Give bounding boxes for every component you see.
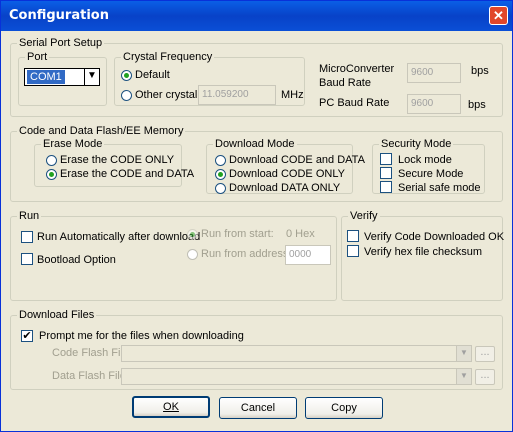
serial-port-legend: Serial Port Setup: [17, 37, 105, 49]
verify-code-checkbox[interactable]: [347, 230, 359, 242]
mc-baud-field[interactable]: 9600: [407, 63, 461, 83]
pc-baud-field[interactable]: 9600: [407, 94, 461, 114]
erase-option-label: Erase the CODE and DATA: [60, 168, 195, 180]
run-address-field[interactable]: 0000: [285, 245, 331, 265]
download-mode-legend: Download Mode: [213, 138, 297, 150]
crystal-other-label: Other crystal: [135, 89, 198, 101]
download-option-label: Download CODE ONLY: [229, 168, 345, 180]
crystal-default-radio[interactable]: [121, 70, 132, 81]
serial-safe-mode-checkbox[interactable]: [380, 181, 392, 193]
crystal-default-label: Default: [135, 69, 170, 81]
mc-baud-label-1: MicroConverter: [319, 63, 395, 75]
download-code-data-radio[interactable]: [215, 155, 226, 166]
download-option-label: Download CODE and DATA: [229, 154, 365, 166]
code-flash-select[interactable]: ▼: [121, 345, 472, 362]
run-from-start-value: 0 Hex: [286, 228, 315, 240]
port-value: COM1: [27, 70, 65, 84]
data-flash-select[interactable]: ▼: [121, 368, 472, 385]
verify-hex-checkbox[interactable]: [347, 245, 359, 257]
run-from-address-label: Run from address:: [201, 248, 292, 260]
cancel-label: Cancel: [240, 402, 276, 414]
download-data-only-radio[interactable]: [215, 183, 226, 194]
pc-baud-unit: bps: [468, 99, 486, 111]
security-option-label: Secure Mode: [398, 168, 464, 180]
run-from-address-radio[interactable]: [187, 249, 198, 260]
cancel-button[interactable]: Cancel: [219, 397, 297, 419]
ok-button[interactable]: OK: [132, 396, 210, 418]
download-code-only-radio[interactable]: [215, 169, 226, 180]
configuration-dialog: Configuration ✕ Serial Port Setup Port C…: [0, 0, 513, 432]
chevron-down-icon[interactable]: ▼: [84, 69, 99, 85]
close-icon: ✕: [493, 8, 504, 23]
chevron-down-icon[interactable]: ▼: [456, 369, 471, 384]
verify-legend: Verify: [348, 210, 380, 222]
code-flash-label: Code Flash File: [52, 347, 130, 359]
erase-option-label: Erase the CODE ONLY: [60, 154, 175, 166]
ok-label: OK: [163, 401, 179, 413]
copy-label: Copy: [331, 402, 357, 414]
mc-baud-unit: bps: [471, 65, 489, 77]
data-flash-label: Data Flash File: [52, 370, 126, 382]
erase-mode-legend: Erase Mode: [41, 138, 105, 150]
secure-mode-checkbox[interactable]: [380, 167, 392, 179]
pc-baud-label: PC Baud Rate: [319, 97, 390, 109]
bootload-checkbox[interactable]: [21, 253, 33, 265]
download-option-label: Download DATA ONLY: [229, 182, 341, 194]
port-legend: Port: [25, 51, 50, 63]
verify-code-label: Verify Code Downloaded OK: [364, 231, 505, 243]
erase-code-data-radio[interactable]: [46, 169, 57, 180]
download-files-legend: Download Files: [17, 309, 97, 321]
title-bar[interactable]: Configuration ✕: [1, 1, 512, 31]
code-flash-browse-button[interactable]: ...: [475, 346, 495, 362]
verify-hex-label: Verify hex file checksum: [364, 246, 482, 258]
mhz-unit: MHz: [281, 89, 304, 101]
chevron-down-icon[interactable]: ▼: [456, 346, 471, 361]
lock-mode-checkbox[interactable]: [380, 153, 392, 165]
auto-run-label: Run Automatically after download: [37, 231, 201, 243]
security-option-label: Lock mode: [398, 154, 452, 166]
crystal-value-field[interactable]: 11.059200: [198, 85, 276, 105]
port-select[interactable]: COM1 ▼: [24, 68, 100, 86]
crystal-other-radio[interactable]: [121, 90, 132, 101]
run-from-start-label: Run from start:: [201, 228, 274, 240]
data-flash-browse-button[interactable]: ...: [475, 369, 495, 385]
auto-run-checkbox[interactable]: [21, 231, 33, 243]
prompt-files-label: Prompt me for the files when downloading: [39, 330, 244, 342]
mc-baud-label-2: Baud Rate: [319, 77, 371, 89]
erase-code-only-radio[interactable]: [46, 155, 57, 166]
crystal-legend: Crystal Frequency: [121, 51, 215, 63]
memory-legend: Code and Data Flash/EE Memory: [17, 125, 186, 137]
security-option-label: Serial safe mode: [398, 182, 481, 194]
prompt-files-checkbox[interactable]: ✔: [21, 330, 33, 342]
run-from-start-radio[interactable]: [187, 229, 198, 240]
security-mode-legend: Security Mode: [379, 138, 454, 150]
run-legend: Run: [17, 210, 42, 222]
close-button[interactable]: ✕: [489, 6, 508, 25]
window-title: Configuration: [9, 8, 109, 23]
bootload-label: Bootload Option: [37, 254, 116, 266]
copy-button[interactable]: Copy: [305, 397, 383, 419]
verify-group: Verify: [341, 210, 503, 301]
